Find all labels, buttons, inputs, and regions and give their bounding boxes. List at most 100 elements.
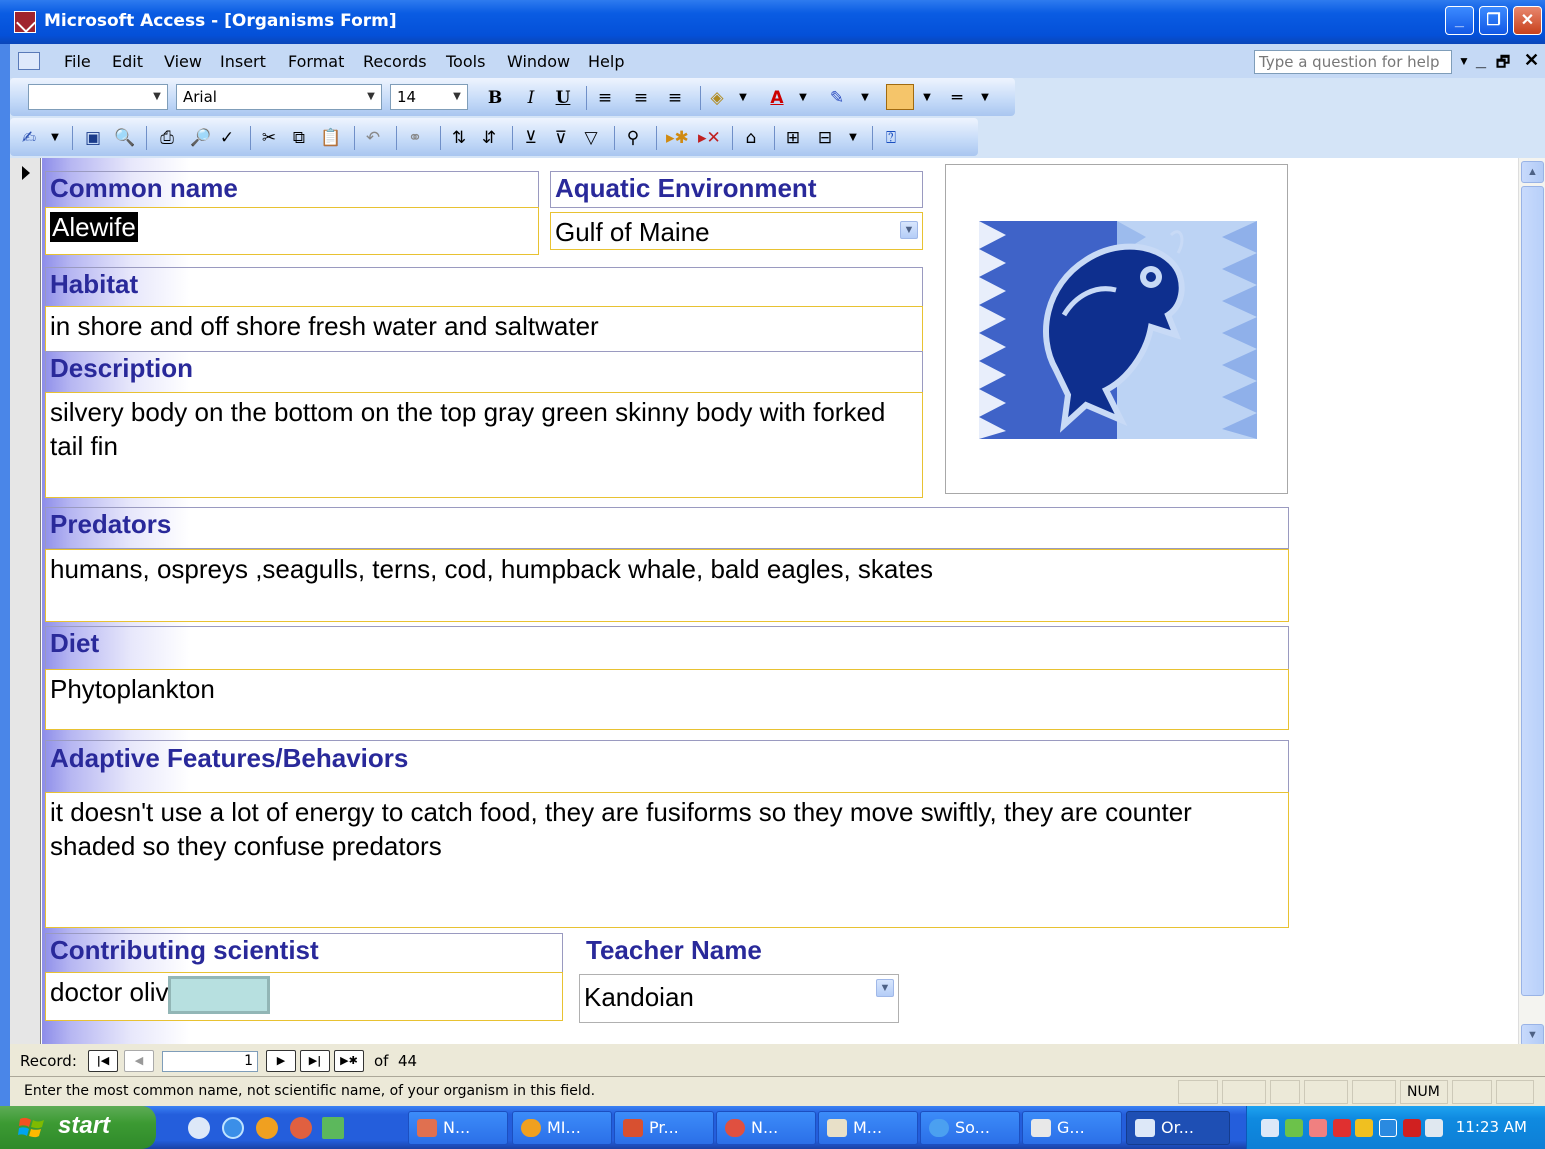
description-field[interactable]: silvery body on the bottom on the top gr… [45, 392, 923, 498]
menu-format[interactable]: Format [288, 52, 344, 71]
paste-icon[interactable]: 📋 [320, 127, 341, 149]
align-left-icon[interactable]: ≡ [596, 87, 614, 109]
cut-icon[interactable]: ✂ [260, 127, 278, 149]
contributing-scientist-field[interactable]: doctor olivia [45, 972, 563, 1021]
underline-button[interactable]: U [554, 87, 572, 109]
taskbar-task-3[interactable]: Pr... [614, 1111, 714, 1145]
align-center-icon[interactable]: ≡ [632, 87, 650, 109]
tray-app-icon[interactable] [1309, 1119, 1327, 1137]
messenger-icon[interactable] [290, 1117, 312, 1139]
restore-button[interactable]: ❐ [1479, 6, 1508, 35]
new-record-icon[interactable]: ▸✱ [666, 127, 689, 149]
align-right-icon[interactable]: ≡ [666, 87, 684, 109]
chevron-down-icon[interactable]: ▼ [734, 87, 752, 109]
access-app-icon[interactable] [14, 11, 36, 33]
taskbar-task-7[interactable]: G... [1022, 1111, 1122, 1145]
teacher-name-combo[interactable]: Kandoian ▼ [579, 974, 899, 1023]
chevron-down-icon[interactable]: ▼ [149, 87, 165, 107]
doc-restore-icon[interactable]: 🗗 [1496, 52, 1510, 77]
start-button[interactable]: start [0, 1106, 156, 1149]
chevron-down-icon[interactable]: ▼ [876, 979, 894, 997]
menu-file[interactable]: File [64, 52, 91, 71]
vertical-scrollbar[interactable]: ▲ ▼ [1518, 158, 1545, 1046]
chevron-down-icon[interactable]: ▼ [856, 87, 874, 109]
predators-field[interactable]: humans, ospreys ,seagulls, terns, cod, h… [45, 549, 1289, 622]
italic-button[interactable]: I [522, 87, 540, 109]
chevron-down-icon[interactable]: ▼ [918, 87, 936, 109]
previous-record-button[interactable]: ◀ [124, 1050, 154, 1072]
font-size-combo[interactable]: 14 ▼ [390, 84, 468, 110]
filter-by-selection-icon[interactable]: ⊻ [522, 127, 540, 149]
menu-records[interactable]: Records [363, 52, 427, 71]
record-selector[interactable] [10, 158, 41, 1044]
chevron-down-icon[interactable]: ▼ [976, 87, 994, 109]
sort-descending-icon[interactable]: ⇵ [480, 127, 498, 149]
chevron-down-icon[interactable]: ▼ [900, 221, 918, 239]
menu-insert[interactable]: Insert [220, 52, 266, 71]
new-record-button[interactable]: ▶✱ [334, 1050, 364, 1072]
tray-app-icon[interactable] [1355, 1119, 1373, 1137]
menu-view[interactable]: View [164, 52, 202, 71]
help-dropdown-icon[interactable]: ▼ [1458, 54, 1470, 68]
scroll-down-icon[interactable]: ▼ [1521, 1024, 1544, 1046]
print-preview-icon[interactable]: 🔎 [190, 127, 211, 149]
undo-icon[interactable]: ↶ [364, 127, 382, 149]
firefox-icon[interactable] [256, 1117, 278, 1139]
taskbar-task-1[interactable]: N... [408, 1111, 508, 1145]
object-combo[interactable]: ▼ [28, 84, 168, 110]
help-icon[interactable]: ⍰ [882, 127, 900, 149]
taskbar-task-5[interactable]: M... [818, 1111, 918, 1145]
common-name-field[interactable]: Alewife [45, 207, 539, 255]
close-button[interactable]: ✕ [1513, 6, 1542, 35]
tray-security-icon[interactable] [1333, 1119, 1351, 1137]
tray-app-icon[interactable] [1261, 1119, 1279, 1137]
help-question-input[interactable]: Type a question for help [1254, 50, 1452, 74]
chevron-down-icon[interactable]: ▼ [449, 87, 465, 107]
taskbar-task-access[interactable]: Or... [1126, 1111, 1230, 1145]
font-color-icon[interactable]: A [768, 87, 786, 109]
spelling-icon[interactable]: ✓ [218, 127, 236, 149]
taskbar-task-4[interactable]: N... [716, 1111, 816, 1145]
last-record-button[interactable]: ▶| [300, 1050, 330, 1072]
bold-button[interactable]: B [486, 87, 504, 109]
habitat-field[interactable]: in shore and off shore fresh water and s… [45, 306, 923, 352]
hyperlink-icon[interactable]: ⚭ [406, 127, 424, 149]
aquatic-environment-combo[interactable]: Gulf of Maine ▼ [550, 212, 923, 250]
properties-icon[interactable]: ⌂ [742, 127, 760, 149]
save-icon[interactable]: ▣ [84, 127, 102, 149]
minimize-button[interactable]: _ [1445, 6, 1474, 35]
menu-edit[interactable]: Edit [112, 52, 143, 71]
doc-close-icon[interactable]: ✕ [1524, 50, 1539, 71]
taskbar-task-2[interactable]: MI... [512, 1111, 612, 1145]
print-icon[interactable]: ⎙ [158, 127, 176, 149]
internet-explorer-icon[interactable] [222, 1117, 244, 1139]
chevron-down-icon[interactable]: ▼ [844, 127, 862, 149]
file-search-icon[interactable]: 🔍 [114, 127, 135, 149]
copy-icon[interactable]: ⧉ [290, 127, 308, 149]
delete-record-icon[interactable]: ▸✕ [698, 127, 721, 149]
next-record-button[interactable]: ▶ [266, 1050, 296, 1072]
chevron-down-icon[interactable]: ▼ [363, 87, 379, 107]
fill-color-icon[interactable]: ◈ [708, 87, 726, 109]
border-color-icon[interactable] [886, 84, 914, 110]
form-window-icon[interactable] [18, 52, 40, 70]
line-color-icon[interactable]: ✎ [828, 87, 846, 109]
doc-minimize-icon[interactable]: _ [1476, 50, 1486, 71]
sort-ascending-icon[interactable]: ⇅ [450, 127, 468, 149]
show-desktop-icon[interactable] [322, 1117, 344, 1139]
database-window-icon[interactable]: ⊞ [784, 127, 802, 149]
scroll-up-icon[interactable]: ▲ [1521, 161, 1544, 183]
view-icon[interactable]: ✍ [20, 127, 38, 149]
scroll-thumb[interactable] [1521, 186, 1544, 996]
menu-help[interactable]: Help [588, 52, 624, 71]
record-number-input[interactable]: 1 [162, 1051, 258, 1072]
tray-norton-icon[interactable] [1403, 1119, 1421, 1137]
chevron-down-icon[interactable]: ▼ [794, 87, 812, 109]
quicklaunch-app-icon[interactable] [188, 1117, 210, 1139]
taskbar-task-6[interactable]: So... [920, 1111, 1020, 1145]
adaptive-features-field[interactable]: it doesn't use a lot of energy to catch … [45, 792, 1289, 928]
tray-network-icon[interactable] [1285, 1119, 1303, 1137]
filter-by-form-icon[interactable]: ⊽ [552, 127, 570, 149]
new-object-icon[interactable]: ⊟ [816, 127, 834, 149]
organism-picture[interactable] [945, 164, 1288, 494]
